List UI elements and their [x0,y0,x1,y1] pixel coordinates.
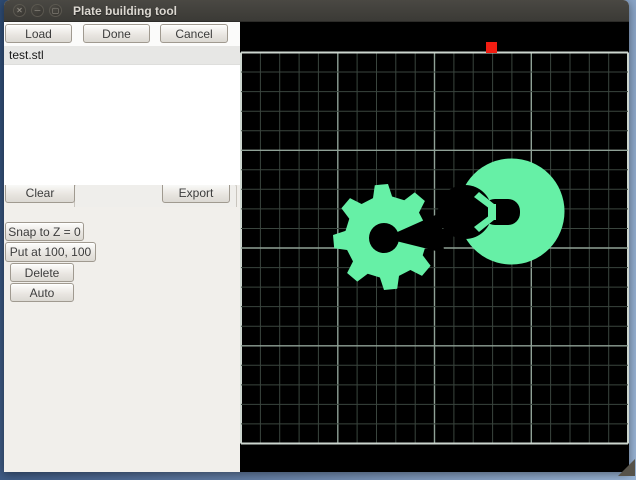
close-icon[interactable]: ✕ [13,4,26,17]
list-item-test-stl[interactable]: test.stl [4,46,240,65]
clear-button[interactable]: Clear [5,182,75,203]
maximize-icon[interactable]: ▢ [49,4,62,17]
desktop-background: ✕ ─ ▢ Plate building tool Load Done Canc… [0,0,636,480]
window-content: Load Done Cancel test.stl Clear Export S… [4,22,629,472]
file-list[interactable]: test.stl [4,46,240,185]
load-button[interactable]: Load [5,24,72,43]
plate-svg [240,22,629,472]
cancel-button[interactable]: Cancel [160,24,228,43]
panel-top: Load Done Cancel test.stl [4,22,240,185]
put-at-button[interactable]: Put at 100, 100 [5,242,96,262]
done-button[interactable]: Done [83,24,150,43]
left-panel: Load Done Cancel test.stl Clear Export S… [4,22,240,472]
titlebar[interactable]: ✕ ─ ▢ Plate building tool [4,0,629,22]
auto-button[interactable]: Auto [10,283,74,302]
origin-marker [486,42,497,53]
export-button[interactable]: Export [162,182,230,203]
snap-to-z-button[interactable]: Snap to Z = 0 [5,222,84,241]
delete-button[interactable]: Delete [10,263,74,282]
resize-grip-icon[interactable] [618,459,635,476]
app-window: ✕ ─ ▢ Plate building tool Load Done Canc… [4,0,629,472]
window-title: Plate building tool [73,4,177,18]
plate-canvas[interactable] [240,22,629,472]
minimize-icon[interactable]: ─ [31,4,44,17]
model-gear[interactable] [333,184,444,290]
